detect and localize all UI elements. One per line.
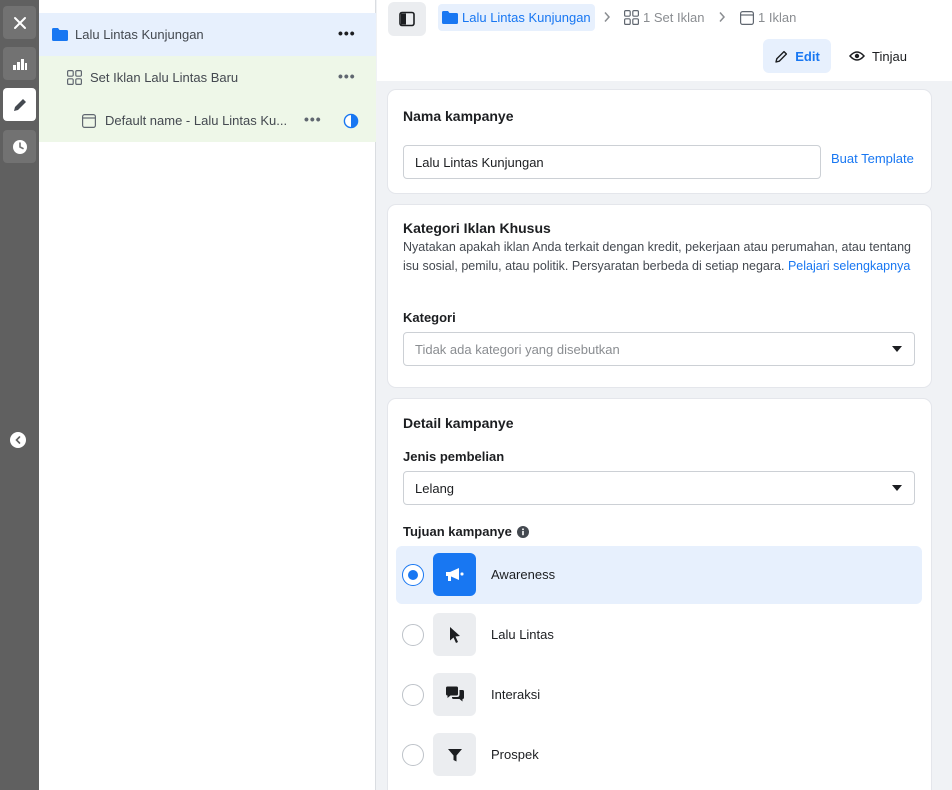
purchase-type-label: Jenis pembelian [403, 449, 505, 464]
special-category-title: Kategori Iklan Khusus [403, 220, 551, 236]
adset-grid-icon [67, 70, 82, 85]
folder-icon [52, 28, 68, 41]
objective-engagement-radio[interactable] [402, 684, 424, 706]
tree-item-ad-label: Default name - Lalu Lintas Ku... [105, 113, 288, 128]
objective-traffic[interactable]: Lalu Lintas [396, 606, 922, 664]
objective-engagement[interactable]: Interaksi [396, 666, 922, 724]
objective-awareness-label: Awareness [491, 567, 556, 582]
objective-traffic-icon-box [433, 613, 476, 656]
caret-down-icon [892, 485, 902, 491]
learn-more-link[interactable]: Pelajari selengkapnya [788, 259, 910, 273]
objective-label: Tujuan kampanye [403, 524, 512, 539]
toggle-tree-button[interactable] [388, 2, 426, 36]
tree-item-adset[interactable]: Set Iklan Lalu Lintas Baru ••• [39, 56, 376, 99]
purchase-type-value: Lelang [415, 480, 455, 496]
campaign-name-card: Nama kampanye Buat Template [388, 90, 931, 193]
objective-awareness-icon-box [433, 553, 476, 596]
create-template-link[interactable]: Buat Template [831, 151, 914, 166]
objective-awareness-radio[interactable] [402, 564, 424, 586]
purchase-type-select[interactable]: Lelang [403, 471, 915, 505]
folder-icon [442, 11, 458, 24]
close-icon [13, 16, 26, 29]
chevron-right-icon [604, 12, 611, 22]
megaphone-icon [445, 567, 463, 581]
editor-panel: Lalu Lintas Kunjungan 1 Set Iklan 1 Ikla… [377, 0, 952, 790]
edit-button[interactable]: Edit [763, 39, 831, 73]
objective-engagement-icon-box [433, 673, 476, 716]
eye-icon [849, 51, 865, 61]
pencil-icon [775, 50, 788, 63]
objective-awareness[interactable]: Awareness [396, 546, 922, 604]
bar-chart-icon [12, 58, 27, 70]
objective-leads-radio[interactable] [402, 744, 424, 766]
editor-header: Lalu Lintas Kunjungan 1 Set Iklan 1 Ikla… [377, 0, 952, 81]
tree-item-campaign[interactable]: Lalu Lintas Kunjungan ••• [39, 13, 376, 56]
breadcrumb-campaign-label: Lalu Lintas Kunjungan [462, 10, 591, 25]
objective-label-row: Tujuan kampanye [403, 524, 529, 539]
campaign-name-title: Nama kampanye [403, 108, 514, 124]
breadcrumb-ad-label: 1 Iklan [758, 10, 797, 25]
objective-traffic-label: Lalu Lintas [491, 627, 554, 642]
review-button[interactable]: Tinjau [841, 39, 915, 73]
breadcrumb-ad[interactable]: 1 Iklan [740, 4, 796, 31]
chevron-right-icon [719, 12, 726, 22]
tree-item-campaign-label: Lalu Lintas Kunjungan [75, 27, 204, 42]
info-icon[interactable] [516, 525, 529, 538]
edit-mode-button[interactable] [3, 88, 36, 121]
category-select[interactable]: Tidak ada kategori yang disebutkan [403, 332, 915, 366]
caret-down-icon [892, 346, 902, 352]
breadcrumb-campaign[interactable]: Lalu Lintas Kunjungan [438, 4, 595, 31]
ad-window-icon [82, 114, 96, 128]
review-button-label: Tinjau [872, 48, 907, 64]
special-category-description: Nyatakan apakah iklan Anda terkait denga… [403, 238, 918, 276]
objective-engagement-label: Interaksi [491, 687, 541, 702]
campaign-tree: Lalu Lintas Kunjungan ••• Set Iklan Lalu… [39, 0, 376, 790]
campaign-name-input[interactable] [403, 145, 821, 179]
tree-item-ad[interactable]: Default name - Lalu Lintas Ku... ••• [39, 99, 376, 142]
collapse-button[interactable] [10, 432, 26, 448]
special-category-card: Kategori Iklan Khusus Nyatakan apakah ik… [388, 205, 931, 387]
adset-grid-icon [624, 10, 639, 25]
category-select-value: Tidak ada kategori yang disebutkan [415, 341, 620, 357]
cursor-icon [449, 626, 460, 643]
chat-bubbles-icon [445, 686, 464, 702]
reports-button[interactable] [3, 47, 36, 80]
campaign-details-card: Detail kampanye Jenis pembelian Lelang T… [388, 399, 931, 790]
icon-rail [0, 0, 39, 790]
clock-icon [12, 139, 27, 154]
objective-traffic-radio[interactable] [402, 624, 424, 646]
category-label: Kategori [403, 310, 456, 325]
funnel-icon [447, 748, 462, 761]
ad-window-icon [740, 10, 754, 25]
close-button[interactable] [3, 6, 36, 39]
campaign-details-title: Detail kampanye [403, 415, 514, 431]
pencil-icon [13, 98, 26, 111]
campaign-more-button[interactable]: ••• [338, 26, 356, 40]
breadcrumb-adset-label: 1 Set Iklan [643, 10, 705, 25]
objective-leads[interactable]: Prospek [396, 726, 922, 784]
objective-leads-icon-box [433, 733, 476, 776]
tree-item-adset-label: Set Iklan Lalu Lintas Baru [90, 70, 239, 85]
objective-leads-label: Prospek [491, 747, 539, 762]
history-button[interactable] [3, 130, 36, 163]
adset-more-button[interactable]: ••• [338, 69, 356, 83]
ad-more-button[interactable]: ••• [304, 112, 322, 126]
chevron-left-icon [15, 436, 21, 444]
sidebar-toggle-icon [399, 11, 415, 27]
half-circle-status-icon [343, 113, 359, 129]
breadcrumb-adset[interactable]: 1 Set Iklan [624, 4, 704, 31]
edit-button-label: Edit [795, 48, 820, 64]
